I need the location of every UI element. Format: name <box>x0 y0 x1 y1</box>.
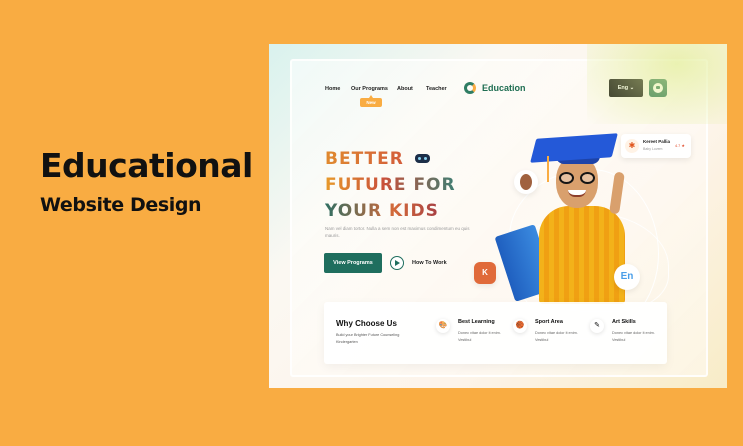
avatar <box>514 170 538 194</box>
kid-shirt-illustration <box>539 206 625 304</box>
review-rating: 4.7 ★ <box>675 144 685 148</box>
website-mockup: Home Our Programs About Teacher New Educ… <box>269 44 727 388</box>
cap-tassel <box>547 156 549 182</box>
feature-title-sport-area: Sport Area <box>535 319 563 325</box>
play-icon[interactable] <box>390 256 404 270</box>
review-card: ✱ Kereet Pallia Baby Lovem 4.7 ★ <box>621 134 691 158</box>
chat-button[interactable] <box>649 79 667 97</box>
feature-text-art-skills: Donec vitae dolor it enim. Vestibul <box>612 331 655 342</box>
hero-title-line-3: YOUR KIDS <box>325 201 439 221</box>
promo-subtitle: Website Design <box>40 194 202 216</box>
review-name: Kereet Pallia <box>643 139 671 144</box>
why-description: Build your Brighter Future Counseling Ki… <box>336 333 400 344</box>
feature-title-art-skills: Art Skills <box>612 319 636 325</box>
view-programs-button[interactable]: View Programs <box>324 253 382 273</box>
how-to-work-link[interactable]: How To Work <box>412 260 447 266</box>
review-role: Baby Lovem <box>643 147 663 151</box>
why-title: Why Choose Us <box>336 319 397 328</box>
feature-text-sport-area: Donec vitae dolor it enim. Vestibul <box>535 331 578 342</box>
nav-our-programs[interactable]: Our Programs <box>351 86 388 92</box>
feature-title-best-learning: Best Learning <box>458 319 495 325</box>
english-bubble-icon: En <box>614 264 640 290</box>
robot-icon <box>415 154 430 163</box>
nav-about[interactable]: About <box>397 86 413 92</box>
palette-icon: 🎨 <box>436 319 450 333</box>
nav-home[interactable]: Home <box>325 86 340 92</box>
feature-text-best-learning: Donec vitae dolor it enim. Vestibul <box>458 331 501 342</box>
chat-icon <box>653 83 663 93</box>
hero-title-line-1: BETTER <box>325 149 404 169</box>
app-bubble-icon: K <box>474 262 496 284</box>
glasses-illustration <box>557 172 597 184</box>
pencil-icon: ✎ <box>590 319 604 333</box>
new-badge: New <box>360 95 382 107</box>
why-choose-us-card: Why Choose Us Build your Brighter Future… <box>324 302 667 364</box>
language-select[interactable]: Eng ⌄ <box>609 79 643 97</box>
nav-teacher[interactable]: Teacher <box>426 86 447 92</box>
logo-text[interactable]: Education <box>482 83 526 93</box>
hero-description: Nam vel diam tortor. Nulla a sem non est… <box>325 226 470 238</box>
star-icon: ✱ <box>625 139 639 153</box>
promo-title: Educational <box>40 146 253 185</box>
ball-icon: 🏀 <box>513 319 527 333</box>
hero-title-line-2: FUTURE FOR <box>325 175 456 195</box>
logo-icon[interactable] <box>464 82 476 94</box>
